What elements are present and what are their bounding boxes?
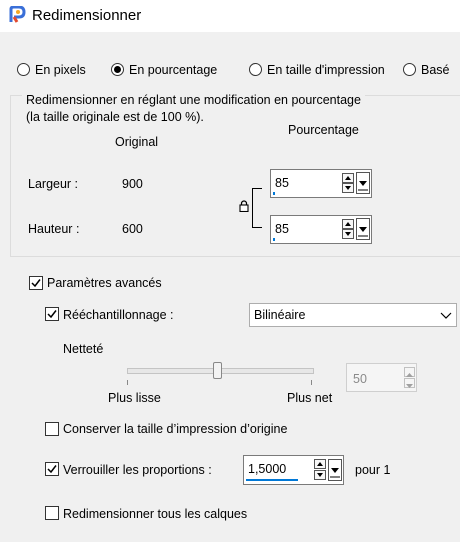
window-title: Redimensionner: [32, 7, 142, 24]
radio-print-size-label[interactable]: En taille d'impression: [267, 63, 385, 77]
sharpness-up-arrow-icon[interactable]: [404, 367, 415, 377]
lock-icon[interactable]: [239, 200, 249, 215]
group-description-line1: Redimensionner en réglant une modificati…: [22, 93, 365, 107]
lock-ratio-dropdown-icon[interactable]: [328, 459, 342, 481]
height-down-arrow-icon[interactable]: [342, 229, 354, 239]
resample-label[interactable]: Rééchantillonnage :: [63, 308, 174, 322]
advanced-params-checkbox[interactable]: [29, 276, 43, 290]
app-logo-icon: [8, 5, 26, 24]
sharpness-down-arrow-icon[interactable]: [404, 378, 415, 388]
lock-ratio-input[interactable]: 1,5000: [243, 455, 344, 485]
percentage-column-header: Pourcentage: [288, 123, 359, 137]
sharpness-value-input[interactable]: 50: [346, 363, 417, 392]
width-percent-value: 85: [275, 176, 289, 190]
radio-print-size[interactable]: [249, 63, 262, 76]
slider-tick-right: [311, 380, 312, 385]
slider-right-label: Plus net: [287, 391, 333, 405]
resample-checkbox[interactable]: [45, 307, 59, 321]
width-down-arrow-icon[interactable]: [342, 183, 354, 193]
lock-ratio-indicator: [246, 479, 298, 481]
radio-pixels[interactable]: [17, 63, 30, 76]
sharpness-slider-thumb[interactable]: [213, 362, 222, 379]
lock-ratio-down-arrow-icon[interactable]: [314, 470, 326, 480]
original-column-header: Original: [115, 135, 159, 149]
radio-percentage-label[interactable]: En pourcentage: [129, 63, 217, 77]
height-dropdown-icon[interactable]: [356, 218, 370, 240]
keep-print-size-checkbox[interactable]: [45, 422, 59, 436]
width-label: Largeur :: [28, 177, 79, 191]
radio-percentage[interactable]: [111, 63, 124, 76]
lock-ratio-suffix: pour 1: [355, 463, 391, 477]
link-bracket: [252, 188, 262, 228]
lock-ratio-checkbox[interactable]: [45, 462, 59, 476]
lock-ratio-value: 1,5000: [248, 462, 287, 476]
keep-print-size-label[interactable]: Conserver la taille d’impression d’origi…: [63, 422, 287, 436]
height-label: Hauteur :: [28, 222, 80, 236]
width-dropdown-icon[interactable]: [356, 172, 370, 194]
sharpness-label: Netteté: [63, 342, 104, 356]
group-description-line2: (la taille originale est de 100 %).: [26, 110, 204, 124]
resize-all-layers-checkbox[interactable]: [45, 506, 59, 520]
height-up-arrow-icon[interactable]: [342, 219, 354, 229]
sharpness-value: 50: [353, 372, 367, 386]
width-original-value: 900: [122, 177, 143, 191]
advanced-params-label[interactable]: Paramètres avancés: [47, 276, 162, 290]
slider-tick-left: [127, 380, 128, 385]
resample-select-value: Bilinéaire: [254, 308, 306, 322]
resample-select[interactable]: Bilinéaire: [249, 303, 457, 327]
width-percent-input[interactable]: 85: [270, 169, 372, 198]
height-percent-input[interactable]: 85: [270, 215, 372, 244]
slider-left-label: Plus lisse: [108, 391, 161, 405]
chevron-down-icon: [440, 312, 452, 319]
lock-ratio-up-arrow-icon[interactable]: [314, 459, 326, 469]
height-percent-indicator: [273, 238, 275, 241]
radio-based[interactable]: [403, 63, 416, 76]
resize-all-layers-label[interactable]: Redimensionner tous les calques: [63, 507, 247, 521]
radio-pixels-label[interactable]: En pixels: [35, 63, 86, 77]
height-original-value: 600: [122, 222, 143, 236]
width-percent-indicator: [273, 192, 275, 195]
width-up-arrow-icon[interactable]: [342, 173, 354, 183]
height-percent-value: 85: [275, 222, 289, 236]
radio-based-label[interactable]: Basé: [421, 63, 450, 77]
lock-ratio-label[interactable]: Verrouiller les proportions :: [63, 463, 212, 477]
